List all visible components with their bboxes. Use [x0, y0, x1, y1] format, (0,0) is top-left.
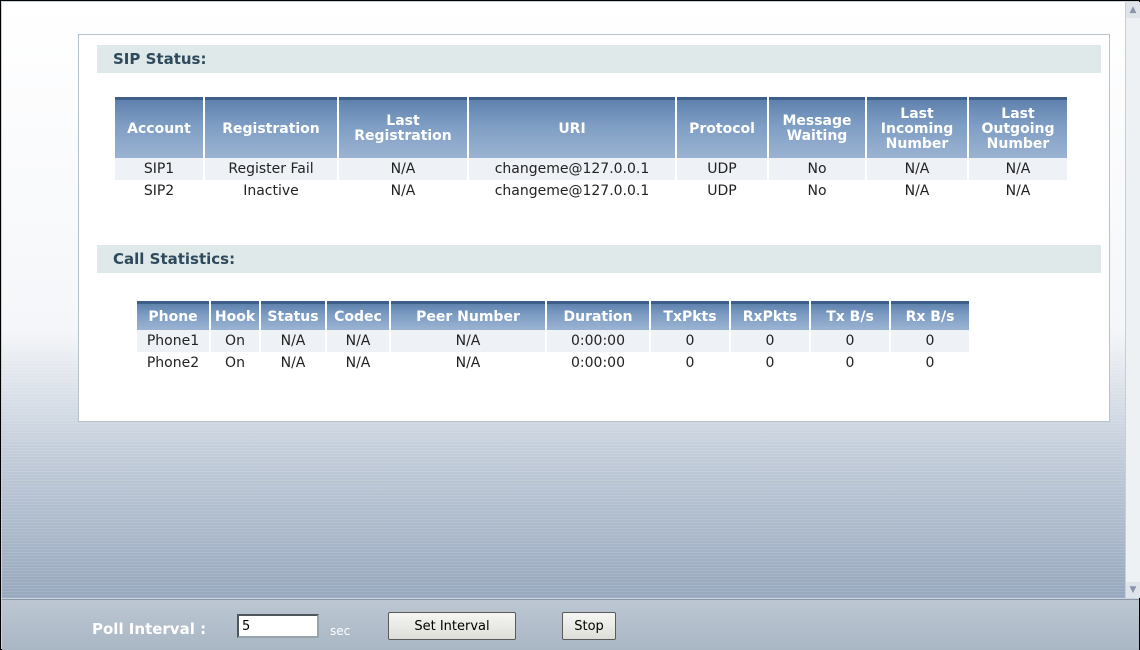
call-statistics-cell: 0 [765, 355, 775, 371]
sip-header-line: Number [986, 135, 1050, 152]
call-statistics-cell: On [211, 330, 259, 352]
sip-header-line: Incoming [880, 120, 954, 137]
sip-col-account: Account [115, 97, 203, 158]
sip-col-last-incoming: Last Incoming Number [867, 97, 967, 158]
poll-interval-unit: sec [330, 624, 351, 638]
sip-header-line: Last [1001, 105, 1035, 122]
call-statistics-cell: 0:00:00 [571, 355, 625, 371]
call-statistics-row: Phone2 On N/A N/A N/A 0:00:00 0 0 0 0 [137, 352, 969, 374]
call-col-rx-bps: Rx B/s [891, 301, 969, 330]
call-statistics-cell: 0 [731, 330, 809, 352]
sip-status-cell: N/A [904, 183, 930, 199]
sip-status-cell: N/A [390, 183, 416, 199]
sip-status-cell: N/A [867, 158, 967, 180]
sip-status-row: SIP2 Inactive N/A changeme@127.0.0.1 UDP No N/… [115, 180, 1067, 202]
sip-header-line: Message [782, 113, 852, 129]
sip-status-cell: SIP1 [115, 158, 203, 180]
sip-col-message-waiting: Message Waiting [769, 97, 865, 158]
sip-status-header: SIP Status: [97, 45, 1101, 73]
set-interval-button[interactable]: Set Interval [388, 612, 516, 640]
status-window: SIP Status: Account Registration Last Reg… [0, 0, 1140, 650]
call-statistics-cell: 0 [891, 330, 969, 352]
sip-status-cell: No [807, 183, 827, 199]
call-statistics-cell: 0 [845, 355, 855, 371]
call-statistics-cell: N/A [327, 330, 389, 352]
sip-col-protocol: Protocol [677, 97, 767, 158]
sip-status-cell: N/A [339, 158, 467, 180]
call-col-status: Status [261, 301, 325, 330]
call-statistics-cell: 0 [651, 330, 729, 352]
sip-header-line: Outgoing [981, 120, 1055, 137]
call-statistics-cell: N/A [391, 330, 545, 352]
call-statistics-header: Call Statistics: [97, 245, 1101, 273]
call-statistics-header-row: Phone Hook Status Codec Peer Number Dura… [137, 301, 969, 330]
sip-col-uri: URI [469, 97, 675, 158]
sip-col-last-registration: Last Registration [339, 97, 467, 158]
call-col-peer-number: Peer Number [391, 301, 545, 330]
sip-status-row: SIP1 Register Fail N/A changeme@127.0.0.1 UD… [115, 158, 1067, 180]
call-statistics-cell: N/A [345, 355, 371, 371]
call-col-tx-bps: Tx B/s [811, 301, 889, 330]
sip-status-cell: No [769, 158, 865, 180]
sip-header-line: Registration [354, 128, 452, 144]
sip-status-cell: Inactive [243, 183, 299, 199]
sip-header-line: Protocol [689, 120, 755, 137]
sip-col-last-outgoing: Last Outgoing Number [969, 97, 1067, 158]
call-statistics-row: Phone1 On N/A N/A N/A 0:00:00 0 0 0 0 [137, 330, 969, 352]
content-area: SIP Status: Account Registration Last Reg… [2, 2, 1125, 598]
sip-col-registration: Registration [205, 97, 337, 158]
vertical-scrollbar[interactable]: ▲ ▼ [1125, 2, 1140, 598]
sip-status-cell: UDP [677, 158, 767, 180]
call-statistics-cell: 0:00:00 [547, 330, 649, 352]
stop-button[interactable]: Stop [562, 612, 616, 640]
sip-header-line: URI [558, 120, 586, 137]
call-col-duration: Duration [547, 301, 649, 330]
sip-status-header-row: Account Registration Last Registration UR… [115, 97, 1067, 158]
call-col-rxpkts: RxPkts [731, 301, 809, 330]
call-statistics-cell: N/A [455, 355, 481, 371]
sip-status-cell: Register Fail [205, 158, 337, 180]
sip-header-line: Last [386, 113, 420, 129]
sip-status-cell: changeme@127.0.0.1 [469, 158, 675, 180]
sip-status-cell: N/A [969, 158, 1067, 180]
call-col-hook: Hook [211, 301, 259, 330]
poll-toolbar: Poll Interval : sec Set Interval Stop [2, 599, 1139, 650]
call-statistics-cell: Phone2 [146, 355, 200, 371]
call-statistics-cell: Phone1 [137, 330, 209, 352]
sip-status-cell: changeme@127.0.0.1 [494, 183, 650, 199]
call-statistics-cell: N/A [280, 355, 306, 371]
call-col-phone: Phone [137, 301, 209, 330]
sip-status-cell: N/A [1005, 183, 1031, 199]
call-statistics-cell: 0 [685, 355, 695, 371]
call-statistics-cell: On [225, 355, 245, 371]
call-statistics-cell: 0 [925, 355, 935, 371]
sip-header-line: Last [900, 105, 934, 122]
call-statistics-cell: 0 [811, 330, 889, 352]
sip-header-line: Account [127, 120, 191, 137]
sip-status-cell: SIP2 [143, 183, 175, 199]
status-panel: SIP Status: Account Registration Last Reg… [78, 34, 1110, 422]
call-statistics-table: Phone Hook Status Codec Peer Number Dura… [135, 301, 971, 374]
scroll-up-arrow-icon[interactable]: ▲ [1126, 2, 1140, 18]
call-statistics-cell: N/A [261, 330, 325, 352]
sip-header-line: Registration [222, 120, 320, 137]
call-col-txpkts: TxPkts [651, 301, 729, 330]
poll-interval-label: Poll Interval : [92, 620, 207, 638]
call-col-codec: Codec [327, 301, 389, 330]
sip-header-line: Number [885, 135, 949, 152]
sip-header-line: Waiting [786, 128, 848, 144]
sip-status-cell: UDP [707, 183, 737, 199]
scroll-down-arrow-icon[interactable]: ▼ [1126, 582, 1140, 598]
poll-interval-input[interactable] [237, 614, 319, 638]
sip-status-table: Account Registration Last Registration UR… [113, 97, 1069, 202]
